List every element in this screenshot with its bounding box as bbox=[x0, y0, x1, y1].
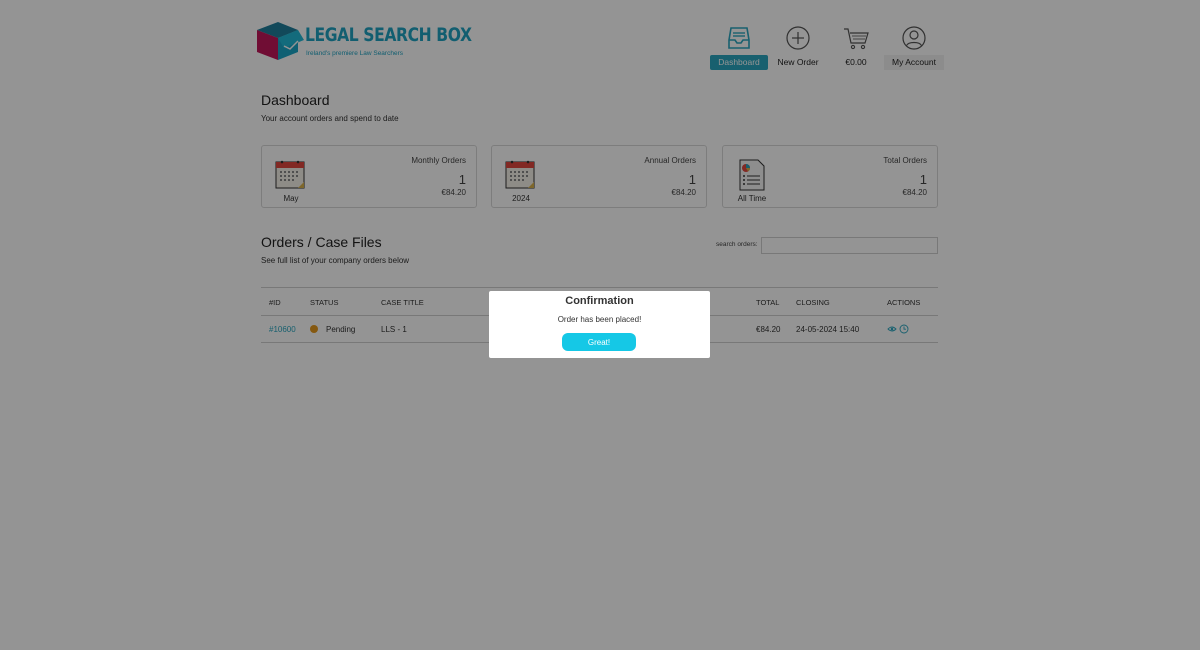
dialog-title: Confirmation bbox=[565, 295, 634, 307]
page: LEGAL SEARCH BOX Ireland's premiere Law … bbox=[0, 0, 1200, 650]
confirmation-dialog: Confirmation Order has been placed! Grea… bbox=[489, 291, 710, 358]
dialog-message: Order has been placed! bbox=[557, 315, 642, 324]
great-button[interactable]: Great! bbox=[562, 333, 636, 351]
